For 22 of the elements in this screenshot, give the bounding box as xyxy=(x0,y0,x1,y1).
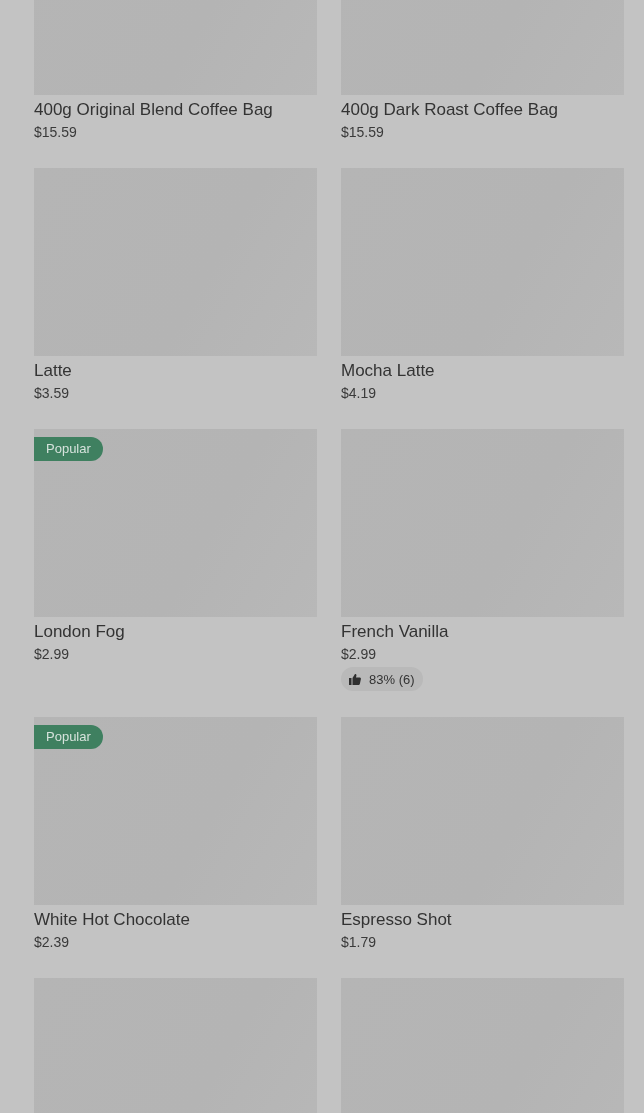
product-name[interactable]: 400g Dark Roast Coffee Bag xyxy=(341,99,624,121)
product-price: $2.99 xyxy=(34,645,71,664)
product-price: $1.79 xyxy=(341,933,378,952)
product-name[interactable]: London Fog xyxy=(34,621,317,643)
product-price: $2.99 xyxy=(341,645,378,664)
image-placeholder[interactable] xyxy=(34,717,317,905)
product-name[interactable]: French Vanilla xyxy=(341,621,624,643)
product-name[interactable]: Latte xyxy=(34,360,317,382)
image-placeholder[interactable] xyxy=(34,429,317,617)
product-name[interactable]: 400g Original Blend Coffee Bag xyxy=(34,99,317,121)
product-price: $15.59 xyxy=(341,123,385,142)
product-price: $3.59 xyxy=(34,384,71,403)
popular-badge: Popular xyxy=(34,437,103,461)
rating-text: 83% (6) xyxy=(369,671,415,687)
product-price: $15.59 xyxy=(34,123,78,142)
product-price: $4.19 xyxy=(341,384,378,403)
product-name[interactable]: Mocha Latte xyxy=(341,360,624,382)
popular-badge: Popular xyxy=(34,725,103,749)
product-name[interactable]: White Hot Chocolate xyxy=(34,909,317,931)
thumbs-up-icon xyxy=(349,673,361,685)
product-name[interactable]: Espresso Shot xyxy=(341,909,624,931)
product-price: $2.39 xyxy=(34,933,71,952)
